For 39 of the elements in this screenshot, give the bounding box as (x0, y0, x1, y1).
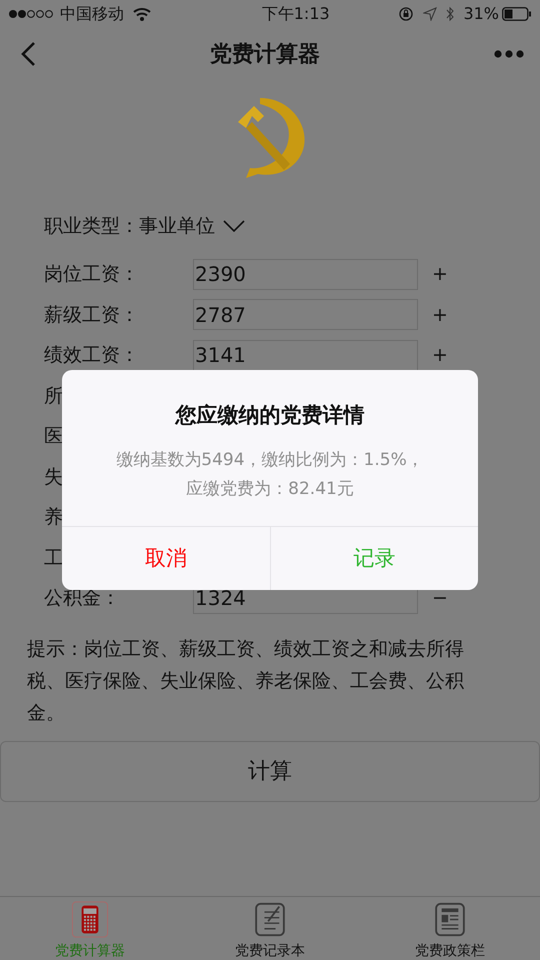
field-label: 岗位工资： (44, 263, 139, 285)
add-sign: + (432, 343, 448, 368)
field-label: 职业类型： (44, 214, 139, 239)
field-label: 医 (44, 425, 63, 447)
more-icon[interactable] (494, 50, 524, 58)
field-label: 失 (44, 466, 63, 488)
calculate-button[interactable]: 计算 (0, 740, 540, 802)
hint-text: 提示：岗位工资、薪级工资、绩效工资之和减去所得税、医疗保险、失业保险、养老保险、工会费、公积金。 (26, 636, 465, 726)
carrier-name: 中国移动 (60, 3, 124, 25)
clock-time: 下午1:13 (260, 3, 330, 25)
field-label: 薪级工资： (44, 304, 139, 326)
field-label: 工 (44, 546, 63, 568)
dialog-message: 应缴党费为：82.41元 (186, 478, 354, 500)
dialog-message: 缴纳基数为5494，缴纳比例为：1.5%， (116, 448, 424, 472)
add-sign: + (432, 262, 448, 287)
bluetooth-icon (445, 6, 456, 22)
battery-icon (502, 7, 532, 21)
field-label: 所 (44, 384, 63, 406)
location-icon (423, 7, 438, 21)
tab-item[interactable]: 党费政策栏 (360, 897, 540, 960)
tab-item[interactable]: 党费记录本 (180, 897, 360, 960)
dialog-title: 您应缴纳的党费详情 (174, 402, 366, 429)
chevron-down-icon (223, 220, 245, 232)
signal-icon (8, 7, 56, 21)
rotation-lock-icon (399, 7, 414, 21)
input-field[interactable]: 2787 (193, 299, 418, 330)
page-title: 党费计算器 (210, 40, 320, 68)
field-label: 绩效工资： (44, 344, 139, 366)
input-field[interactable]: 3141 (193, 340, 418, 371)
field-label: 养 (44, 506, 63, 528)
job-type-dropdown[interactable]: 事业单位 (139, 212, 245, 240)
add-sign: + (432, 302, 448, 328)
wifi-icon (132, 7, 152, 21)
calculator-icon (70, 901, 110, 938)
record-button[interactable]: 记录 (270, 527, 478, 590)
field-label: 公积金： (44, 587, 120, 609)
back-icon[interactable] (20, 41, 36, 67)
input-field[interactable]: 2390 (193, 258, 418, 290)
battery-percent: 31% (463, 3, 499, 25)
